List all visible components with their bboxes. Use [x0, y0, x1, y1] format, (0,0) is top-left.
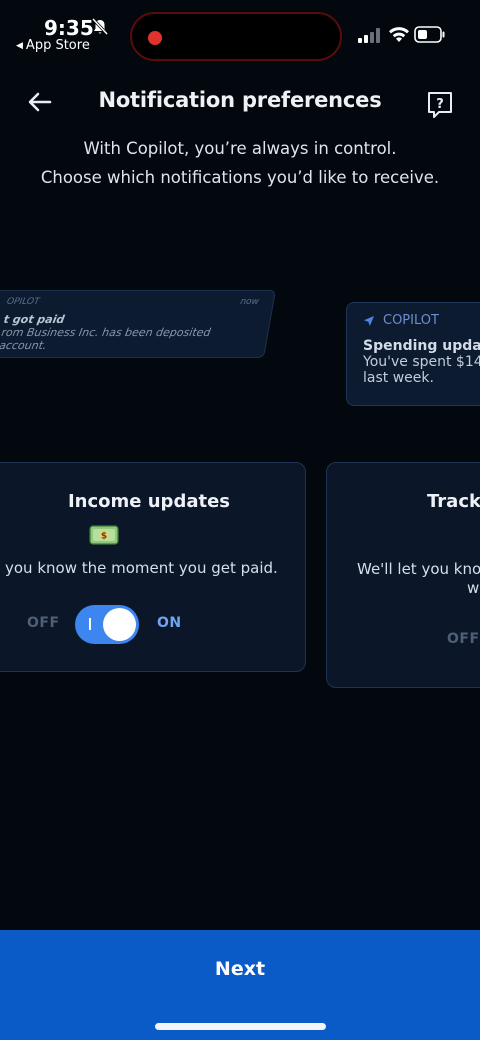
preview-body-line-2: last week. — [363, 370, 434, 386]
back-app-label: App Store — [25, 38, 90, 53]
income-updates-card: Income updates $ you know the moment you… — [0, 462, 306, 672]
home-indicator[interactable] — [155, 1023, 326, 1030]
income-updates-toggle[interactable] — [75, 605, 139, 644]
card-description: We'll let you know — [357, 560, 480, 578]
notification-preferences-screen: 9:35 ◀ App Store Notification preference… — [0, 0, 480, 1040]
status-time: 9:35 — [44, 16, 94, 40]
card-description: you know the moment you get paid. — [5, 559, 278, 577]
svg-text:$: $ — [101, 532, 107, 542]
toggle-off-label: OFF — [27, 615, 60, 631]
toggle-off-label: OFF — [447, 631, 480, 647]
toggle-knob[interactable] — [103, 608, 136, 641]
toggle-on-label: ON — [157, 615, 182, 631]
wifi-icon — [389, 27, 409, 42]
preview-body-line-2: account. — [0, 339, 48, 352]
preview-time: now — [239, 297, 260, 307]
back-to-app-store[interactable]: ◀ App Store — [16, 38, 90, 53]
track-card: Track We'll let you know w OFF — [326, 462, 480, 688]
money-bag-icon: $ — [89, 525, 119, 545]
preview-title: t got paid — [2, 313, 66, 326]
toggle-on-indicator — [89, 618, 91, 630]
dynamic-island — [130, 12, 342, 61]
page-title: Notification preferences — [98, 88, 382, 112]
preview-app-name: OPILOT — [5, 297, 41, 307]
preview-title: Spending updat — [363, 338, 480, 354]
card-title: Track — [427, 491, 480, 512]
bell-off-icon — [92, 18, 108, 36]
income-notification-preview: OPILOT now t got paid rom Business Inc. … — [0, 290, 276, 358]
copilot-arrow-icon — [364, 315, 374, 326]
cellular-signal-icon — [358, 28, 380, 43]
preview-app-name: COPILOT — [383, 313, 439, 328]
svg-text:?: ? — [436, 97, 444, 112]
preview-body-line-1: You've spent $14 — [363, 354, 480, 370]
card-title: Income updates — [67, 491, 231, 512]
help-chat-icon[interactable]: ? — [426, 90, 454, 120]
recording-indicator — [148, 31, 162, 45]
back-triangle-icon: ◀ — [16, 40, 23, 51]
subtitle-line-1: With Copilot, you’re always in control. — [83, 139, 397, 158]
page-subtitle: With Copilot, you’re always in control. … — [0, 134, 480, 192]
preview-body-line-1: rom Business Inc. has been deposited — [0, 326, 212, 339]
card-description-line-2: w — [467, 579, 480, 597]
subtitle-line-2: Choose which notifications you’d like to… — [40, 168, 440, 187]
battery-icon — [414, 26, 445, 43]
spending-notification-preview: COPILOT Spending updat You've spent $14 … — [346, 302, 480, 406]
